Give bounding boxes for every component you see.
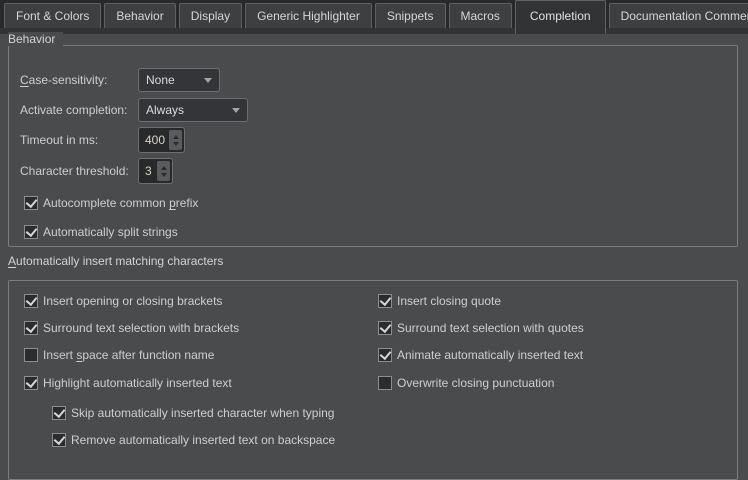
checkbox-label: Highlight automatically inserted text [43, 376, 232, 390]
checkbox-label: Remove automatically inserted text on ba… [71, 433, 335, 447]
checkbox-label: Autocomplete common prefix [43, 196, 198, 210]
spinbox-buttons[interactable] [169, 130, 182, 150]
tab-completion[interactable]: Completion [515, 0, 606, 34]
chevron-down-icon [204, 78, 212, 83]
spin-down-icon[interactable] [161, 173, 167, 177]
checkbox-box [378, 376, 392, 390]
checkbox-surround-selection-with-brackets[interactable]: Surround text selection with brackets [24, 321, 239, 335]
checkbox-box [24, 376, 38, 390]
checkbox-box [24, 348, 38, 362]
tab-documentation-comments[interactable]: Documentation Comments [609, 3, 748, 28]
tab-bar: Font & Colors Behavior Display Generic H… [0, 0, 748, 34]
chevron-down-icon [232, 108, 240, 113]
tab-font-and-colors[interactable]: Font & Colors [4, 3, 101, 28]
tab-behavior[interactable]: Behavior [104, 3, 175, 28]
checkbox-label: Animate automatically inserted text [397, 348, 583, 362]
spinbox-buttons[interactable] [157, 161, 170, 181]
checkbox-box [24, 225, 38, 239]
spin-up-icon[interactable] [173, 135, 179, 139]
behavior-group-title: Behavior [8, 32, 63, 46]
spinbox-value: 400 [139, 128, 169, 152]
dropdown-value: Always [146, 103, 184, 117]
checkbox-box [24, 321, 38, 335]
checkbox-remove-automatically-inserted-text[interactable]: Remove automatically inserted text on ba… [52, 433, 335, 447]
case-sensitivity-row: Case-sensitivity: None [20, 68, 220, 92]
checkbox-highlight-automatically-inserted-text[interactable]: Highlight automatically inserted text [24, 376, 232, 390]
checkbox-box [378, 294, 392, 308]
auto-insert-groupbox: Insert opening or closing brackets Surro… [8, 280, 738, 480]
checkbox-label: Insert closing quote [397, 294, 501, 308]
checkbox-box [52, 433, 66, 447]
checkbox-box [24, 196, 38, 210]
checkbox-box [52, 406, 66, 420]
checkbox-insert-closing-quote[interactable]: Insert closing quote [378, 294, 501, 308]
checkbox-label: Insert opening or closing brackets [43, 294, 222, 308]
checkbox-label: Surround text selection with brackets [43, 321, 239, 335]
checkbox-label: Overwrite closing punctuation [397, 376, 554, 390]
checkbox-insert-opening-or-closing-brackets[interactable]: Insert opening or closing brackets [24, 294, 222, 308]
tab-macros[interactable]: Macros [449, 3, 512, 28]
timeout-label: Timeout in ms: [20, 133, 138, 147]
dropdown-value: None [146, 73, 175, 87]
checkbox-label: Insert space after function name [43, 348, 214, 362]
checkbox-box [24, 294, 38, 308]
spin-up-icon[interactable] [161, 166, 167, 170]
timeout-spinbox[interactable]: 400 [138, 127, 185, 153]
behavior-groupbox: Case-sensitivity: None Activate completi… [8, 45, 738, 247]
checkbox-overwrite-closing-punctuation[interactable]: Overwrite closing punctuation [378, 376, 554, 390]
activate-completion-label: Activate completion: [20, 103, 138, 117]
checkbox-label: Automatically split strings [43, 225, 178, 239]
tab-display[interactable]: Display [179, 3, 242, 28]
tab-snippets[interactable]: Snippets [375, 3, 446, 28]
checkbox-box [378, 348, 392, 362]
case-sensitivity-label: Case-sensitivity: [20, 73, 138, 87]
character-threshold-label: Character threshold: [20, 164, 138, 178]
timeout-row: Timeout in ms: 400 [20, 127, 185, 153]
checkbox-skip-automatically-inserted-character[interactable]: Skip automatically inserted character wh… [52, 406, 334, 420]
checkbox-autocomplete-common-prefix[interactable]: Autocomplete common prefix [24, 196, 198, 210]
auto-insert-group-title: Automatically insert matching characters [8, 254, 223, 268]
checkbox-automatically-split-strings[interactable]: Automatically split strings [24, 225, 178, 239]
checkbox-insert-space-after-function-name[interactable]: Insert space after function name [24, 348, 214, 362]
checkbox-surround-selection-with-quotes[interactable]: Surround text selection with quotes [378, 321, 584, 335]
spin-down-icon[interactable] [173, 142, 179, 146]
activate-completion-row: Activate completion: Always [20, 98, 248, 122]
checkbox-box [378, 321, 392, 335]
checkbox-label: Skip automatically inserted character wh… [71, 406, 334, 420]
case-sensitivity-dropdown[interactable]: None [138, 68, 220, 92]
spinbox-value: 3 [139, 159, 157, 183]
character-threshold-spinbox[interactable]: 3 [138, 158, 173, 184]
character-threshold-row: Character threshold: 3 [20, 158, 173, 184]
activate-completion-dropdown[interactable]: Always [138, 98, 248, 122]
tab-generic-highlighter[interactable]: Generic Highlighter [245, 3, 372, 28]
checkbox-animate-automatically-inserted-text[interactable]: Animate automatically inserted text [378, 348, 583, 362]
checkbox-label: Surround text selection with quotes [397, 321, 584, 335]
